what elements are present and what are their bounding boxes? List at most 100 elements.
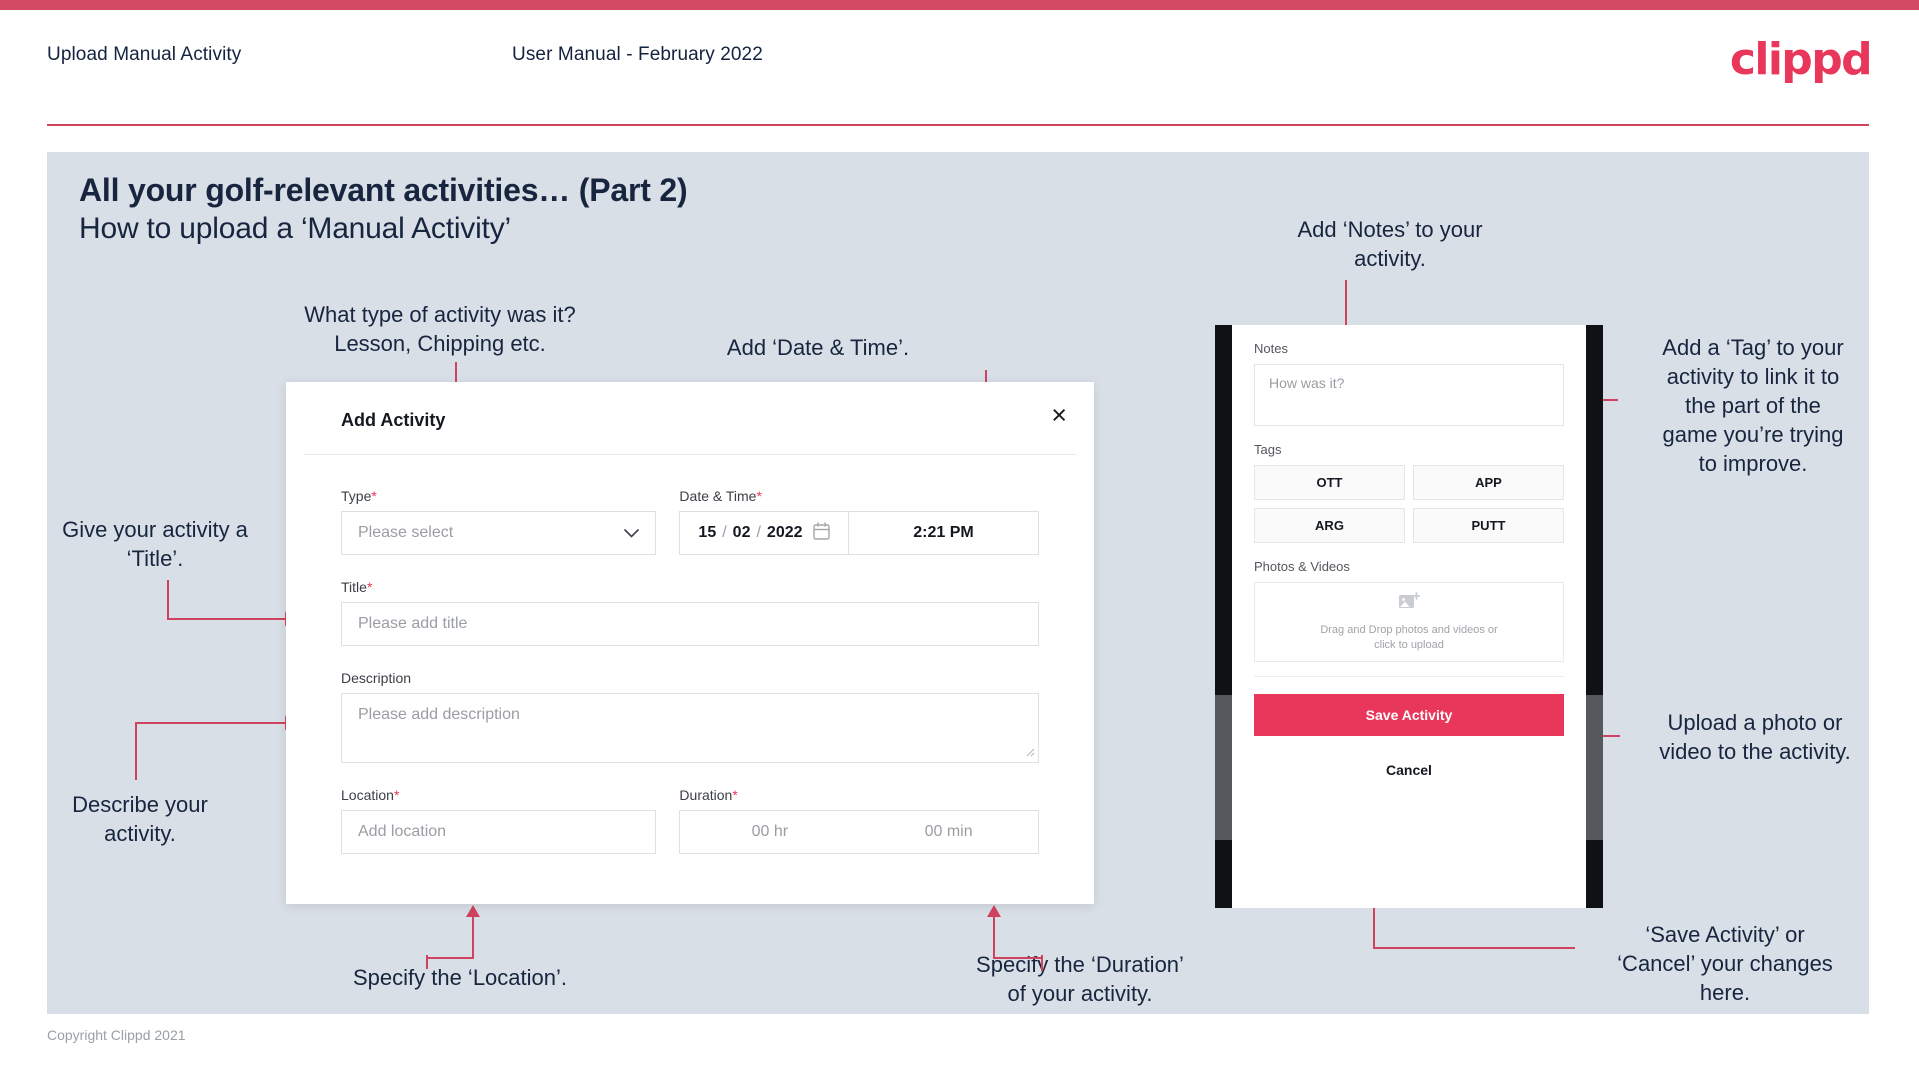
calendar-icon[interactable] <box>813 521 830 545</box>
dialog-form: Type* Please select Date & Time* 15 / 02… <box>304 454 1076 854</box>
resize-handle-icon[interactable] <box>1024 746 1035 760</box>
footer-copyright: Copyright Clippd 2021 <box>47 1027 186 1043</box>
form-row-type-datetime: Type* Please select Date & Time* 15 / 02… <box>341 488 1039 555</box>
chevron-down-icon <box>624 525 640 542</box>
date-input[interactable]: 15 / 02 / 2022 <box>680 512 848 554</box>
connector-duration-seg1 <box>993 915 995 959</box>
field-location: Location* Add location <box>341 787 657 854</box>
duration-hours-input[interactable]: 00 hr <box>680 811 859 853</box>
location-input[interactable]: Add location <box>341 810 657 854</box>
field-datetime: Date & Time* 15 / 02 / 2022 2:21 PM <box>679 488 1039 555</box>
clippd-logo: clippd <box>1729 34 1873 85</box>
connector-location-seg2 <box>426 957 474 959</box>
field-description: Description Please add description <box>341 670 1039 763</box>
description-textarea[interactable]: Please add description <box>341 693 1039 763</box>
connector-desc-seg1 <box>135 722 137 780</box>
dropzone-line-2: click to upload <box>1374 638 1444 651</box>
photo-dropzone[interactable]: Drag and Drop photos and videos or click… <box>1254 582 1564 662</box>
add-image-icon <box>1398 591 1421 617</box>
header-divider <box>47 124 1869 126</box>
field-title: Title* Please add title <box>341 579 1039 646</box>
time-input[interactable]: 2:21 PM <box>848 512 1038 554</box>
datetime-group: 15 / 02 / 2022 2:21 PM <box>679 511 1039 555</box>
dialog-title: Add Activity <box>341 410 446 430</box>
label-type-text: Type <box>341 488 372 504</box>
required-marker-type: * <box>371 488 377 504</box>
field-duration: Duration* 00 hr 00 min <box>679 787 1039 854</box>
dropzone-text: Drag and Drop photos and videos or click… <box>1320 623 1497 653</box>
label-location-text: Location <box>341 787 394 803</box>
tag-button-app[interactable]: APP <box>1413 465 1564 500</box>
top-accent-bar <box>0 0 1919 10</box>
label-datetime-text: Date & Time <box>679 488 757 504</box>
connector-desc-seg2 <box>135 722 287 724</box>
phone-divider <box>1254 676 1564 677</box>
phone-content: Notes How was it? Tags OTT APP ARG PUTT … <box>1232 325 1586 778</box>
annotation-title: Give your activity a ‘Title’. <box>62 517 248 571</box>
save-activity-button[interactable]: Save Activity <box>1254 694 1564 736</box>
duration-minutes-placeholder: 00 min <box>924 823 973 840</box>
connector-duration-seg3 <box>1041 955 1043 971</box>
required-marker-datetime: * <box>756 488 762 504</box>
date-slash-2: / <box>756 524 761 541</box>
type-select-placeholder: Please select <box>358 524 454 541</box>
phone-tags-label: Tags <box>1254 442 1282 457</box>
title-input-placeholder: Please add title <box>358 615 468 632</box>
duration-minutes-input[interactable]: 00 min <box>859 811 1038 853</box>
label-datetime: Date & Time* <box>679 488 1039 504</box>
required-marker-title: * <box>366 579 373 595</box>
label-type: Type* <box>341 488 656 504</box>
add-activity-dialog: Add Activity × Type* Please select Date … <box>286 382 1094 904</box>
form-row-location-duration: Location* Add location Duration* 00 hr 0… <box>341 787 1039 854</box>
cancel-button[interactable]: Cancel <box>1254 762 1564 778</box>
connector-title-seg2 <box>167 618 287 620</box>
phone-screen: Notes How was it? Tags OTT APP ARG PUTT … <box>1232 325 1586 908</box>
annotation-save-cancel: ‘Save Activity’ or ‘Cancel’ your changes… <box>1617 922 1833 1005</box>
phone-scrollbar-right[interactable] <box>1586 695 1603 840</box>
connector-location-seg1 <box>472 915 474 959</box>
phone-notes-input[interactable]: How was it? <box>1254 364 1564 426</box>
time-value: 2:21 PM <box>913 524 974 541</box>
slide-subtitle: How to upload a ‘Manual Activity’ <box>79 212 511 245</box>
label-description-text: Description <box>341 670 412 686</box>
description-placeholder: Please add description <box>358 706 520 723</box>
connector-duration-arrow <box>987 905 1001 917</box>
annotation-upload: Upload a photo or video to the activity. <box>1659 710 1851 764</box>
annotation-type: What type of activity was it? Lesson, Ch… <box>304 302 576 356</box>
phone-notes-label: Notes <box>1254 341 1288 356</box>
duration-group: 00 hr 00 min <box>679 810 1039 854</box>
phone-notes-placeholder: How was it? <box>1269 375 1345 391</box>
connector-save-seg1 <box>1375 947 1575 949</box>
phone-tags-grid: OTT APP ARG PUTT <box>1254 465 1564 543</box>
page-root: Upload Manual Activity User Manual - Feb… <box>0 0 1919 1079</box>
tag-button-arg[interactable]: ARG <box>1254 508 1405 543</box>
title-input[interactable]: Please add title <box>341 602 1039 646</box>
duration-hours-placeholder: 00 hr <box>751 823 789 840</box>
phone-scrollbar-left[interactable] <box>1215 695 1232 840</box>
label-duration: Duration* <box>679 787 1039 803</box>
close-icon[interactable]: × <box>1051 402 1067 429</box>
annotation-date-time: Add ‘Date & Time’. <box>726 335 910 360</box>
field-type: Type* Please select <box>341 488 657 555</box>
connector-duration-seg2 <box>993 957 1043 959</box>
annotation-tags: Add a ‘Tag’ to your activity to link it … <box>1662 335 1844 476</box>
type-select[interactable]: Please select <box>341 511 657 555</box>
required-marker-location: * <box>393 787 400 803</box>
label-title-text: Title <box>341 579 367 595</box>
date-day: 15 <box>698 524 717 541</box>
connector-title-seg1 <box>167 580 169 620</box>
label-location: Location* <box>341 787 656 803</box>
slide-title: All your golf-relevant activities… (Part… <box>79 172 688 208</box>
tag-button-putt[interactable]: PUTT <box>1413 508 1564 543</box>
phone-photos-label: Photos & Videos <box>1254 559 1350 574</box>
tag-button-ott[interactable]: OTT <box>1254 465 1405 500</box>
connector-location-arrow <box>466 905 480 917</box>
annotation-description: Describe your activity. <box>72 792 208 846</box>
page-subtitle: User Manual - February 2022 <box>512 44 763 65</box>
date-slash-1: / <box>722 524 727 541</box>
required-marker-duration: * <box>732 787 738 803</box>
label-description: Description <box>341 670 1039 686</box>
date-year: 2022 <box>766 524 803 541</box>
annotation-notes: Add ‘Notes’ to your activity. <box>1297 217 1483 271</box>
page-title: Upload Manual Activity <box>47 44 242 65</box>
